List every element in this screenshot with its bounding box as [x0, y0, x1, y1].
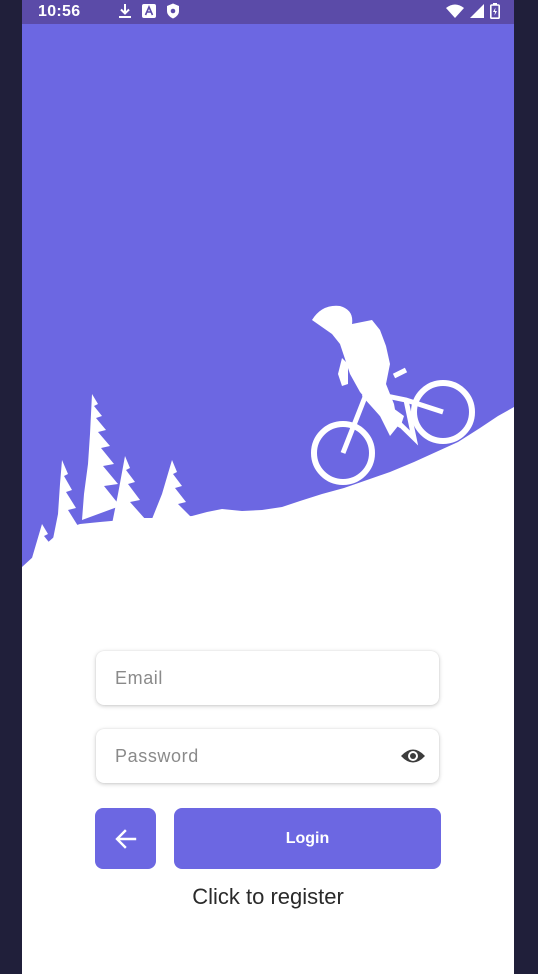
signal-icon [470, 4, 484, 18]
shield-icon [167, 3, 179, 19]
status-notification-icons [118, 3, 180, 19]
email-field[interactable] [96, 651, 439, 705]
register-link[interactable]: Click to register [22, 884, 514, 910]
text-a-icon [142, 4, 156, 18]
arrow-left-icon [114, 828, 136, 849]
login-button[interactable]: Login [174, 808, 441, 869]
battery-icon [490, 3, 500, 19]
back-button[interactable] [95, 808, 156, 869]
password-field[interactable] [96, 729, 439, 783]
device-frame: 10:56 Email Login Click to register [0, 0, 538, 974]
status-bar: 10:56 [22, 0, 514, 24]
status-system-icons [446, 3, 500, 19]
status-time: 10:56 [38, 3, 81, 20]
hero-illustration [22, 24, 514, 624]
wifi-icon [446, 4, 464, 18]
password-input[interactable] [96, 729, 439, 783]
email-input[interactable] [96, 651, 439, 705]
download-icon [119, 4, 131, 18]
eye-icon[interactable] [400, 744, 426, 768]
login-screen: Login Click to register [22, 24, 514, 974]
